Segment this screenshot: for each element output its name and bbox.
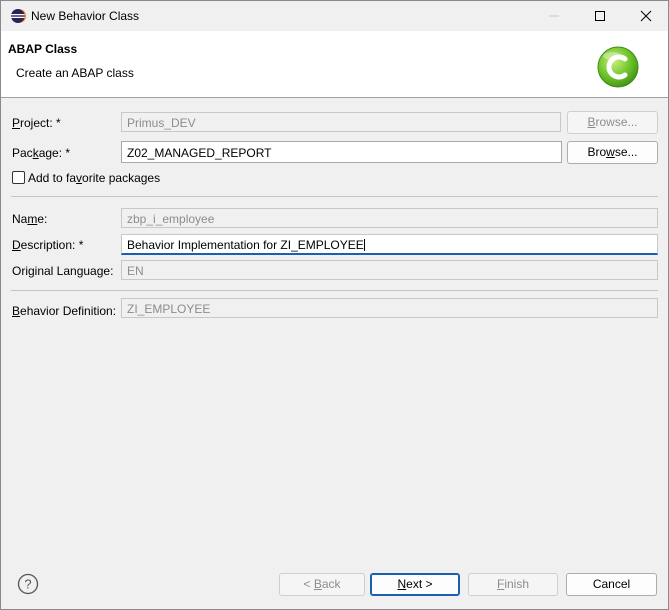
favorite-packages-checkbox[interactable] — [12, 171, 25, 184]
text-caret — [363, 239, 365, 251]
project-label: Project: * — [12, 116, 61, 130]
svg-text:?: ? — [24, 577, 31, 592]
name-field[interactable]: zbp_i_employee — [121, 208, 658, 228]
original-language-label: Original Language: — [12, 264, 114, 278]
maximize-button[interactable] — [577, 1, 623, 31]
favorite-packages-label[interactable]: Add to favorite packages — [28, 171, 160, 185]
name-label: Name: — [12, 212, 48, 226]
package-label: Package: * — [12, 146, 71, 160]
finish-button[interactable]: Finish — [468, 573, 558, 596]
eclipse-icon — [10, 8, 27, 24]
title-bar[interactable]: New Behavior Class — [1, 1, 668, 31]
cancel-button[interactable]: Cancel — [566, 573, 657, 596]
minimize-button[interactable] — [531, 1, 577, 31]
description-input[interactable]: Behavior Implementation for ZI_EMPLOYEE — [121, 234, 658, 255]
package-input[interactable]: Z02_MANAGED_REPORT — [121, 141, 562, 163]
separator — [11, 290, 658, 291]
window-title: New Behavior Class — [31, 9, 140, 23]
wizard-banner: ABAP Class Create an ABAP class — [1, 31, 668, 98]
package-browse-button[interactable]: Browse... — [567, 141, 658, 164]
close-button[interactable] — [623, 1, 668, 31]
original-language-field[interactable]: EN — [121, 260, 658, 280]
minimize-icon — [549, 15, 559, 17]
behavior-definition-label: Behavior Definition: — [12, 304, 117, 318]
project-field[interactable]: Primus_DEV — [121, 112, 561, 132]
abap-class-logo-icon — [594, 43, 642, 89]
banner-subtitle: Create an ABAP class — [16, 66, 134, 80]
back-button[interactable]: < Back — [279, 573, 365, 596]
maximize-icon — [595, 11, 605, 21]
separator — [11, 196, 658, 197]
help-icon[interactable]: ? — [17, 573, 39, 595]
banner-title: ABAP Class — [8, 42, 78, 56]
close-icon — [640, 10, 652, 22]
dialog-window: New Behavior Class ABAP Class Create an … — [0, 0, 669, 610]
project-browse-button[interactable]: Browse... — [567, 111, 658, 134]
behavior-definition-field[interactable]: ZI_EMPLOYEE — [121, 298, 658, 318]
description-label: Description: * — [12, 238, 84, 252]
next-button[interactable]: Next > — [370, 573, 460, 596]
